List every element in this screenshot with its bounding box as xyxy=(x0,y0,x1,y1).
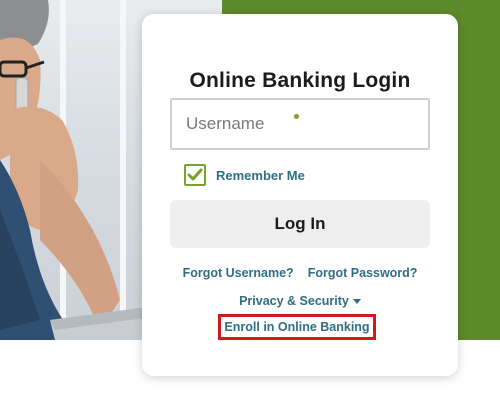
privacy-security-menu[interactable]: Privacy & Security xyxy=(142,294,458,308)
forgot-links: Forgot Username? Forgot Password? xyxy=(142,266,458,280)
enroll-online-banking-link[interactable]: Enroll in Online Banking xyxy=(218,314,376,340)
remember-me-label: Remember Me xyxy=(216,167,305,183)
log-in-button[interactable]: Log In xyxy=(170,200,430,248)
login-card: Online Banking Login Username Remember M… xyxy=(142,14,458,376)
forgot-username-link[interactable]: Forgot Username? xyxy=(183,266,294,280)
enroll-label: Enroll in Online Banking xyxy=(224,320,370,334)
caret-down-icon xyxy=(352,299,361,305)
username-field[interactable]: Username xyxy=(170,98,430,150)
forgot-password-link[interactable]: Forgot Password? xyxy=(308,266,418,280)
remember-me-checkbox[interactable] xyxy=(184,164,206,186)
privacy-security-label: Privacy & Security xyxy=(239,294,349,308)
required-dot-icon xyxy=(294,114,299,119)
page-title: Online Banking Login xyxy=(189,69,411,92)
username-placeholder: Username xyxy=(186,114,265,133)
checkmark-icon xyxy=(187,168,203,181)
remember-me-option[interactable]: Remember Me xyxy=(184,164,305,186)
